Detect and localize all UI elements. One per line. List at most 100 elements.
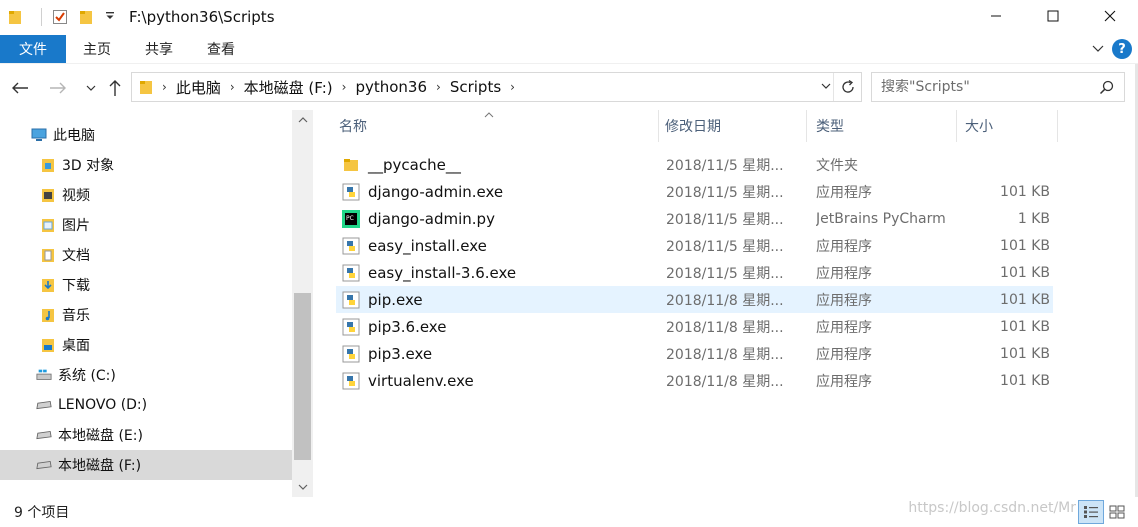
- properties-icon[interactable]: [51, 8, 69, 26]
- breadcrumb-scripts[interactable]: Scripts: [450, 78, 501, 96]
- file-row[interactable]: __pycache__ 2018/11/5 星期... 文件夹: [336, 151, 1053, 178]
- file-name: django-admin.py: [368, 209, 495, 228]
- forward-button[interactable]: [47, 77, 69, 99]
- nav-item-drive-f[interactable]: 本地磁盘 (F:): [0, 450, 292, 480]
- nav-item-music[interactable]: 音乐: [0, 300, 292, 330]
- nav-item-desktop[interactable]: 桌面: [0, 330, 292, 360]
- file-row[interactable]: easy_install-3.6.exe 2018/11/5 星期... 应用程…: [336, 259, 1053, 286]
- large-icons-view-button[interactable]: [1104, 500, 1130, 524]
- toolbar-divider: [41, 8, 42, 26]
- tab-home[interactable]: 主页: [66, 35, 128, 63]
- file-row[interactable]: django-admin.exe 2018/11/5 星期... 应用程序 10…: [336, 178, 1053, 205]
- music-icon: [40, 307, 56, 323]
- file-date: 2018/11/5 星期...: [666, 238, 784, 255]
- file-type: 应用程序: [816, 373, 872, 390]
- tab-share[interactable]: 共享: [128, 35, 190, 63]
- recent-locations-button[interactable]: [80, 77, 102, 99]
- video-icon: [40, 187, 56, 203]
- nav-item-this-pc[interactable]: 此电脑: [0, 120, 292, 150]
- nav-item-3d-objects[interactable]: 3D 对象: [0, 150, 292, 180]
- file-row[interactable]: PC django-admin.py 2018/11/5 星期... JetBr…: [336, 205, 1053, 232]
- nav-item-label: 本地磁盘 (E:): [58, 428, 143, 444]
- file-row[interactable]: pip.exe 2018/11/8 星期... 应用程序 101 KB: [336, 286, 1053, 313]
- nav-item-drive-c[interactable]: 系统 (C:): [0, 360, 292, 390]
- nav-item-label: 图片: [62, 218, 90, 234]
- navigation-scrollbar[interactable]: [292, 110, 313, 497]
- desktop-icon: [40, 337, 56, 353]
- chevron-right-icon[interactable]: ›: [342, 80, 347, 94]
- svg-text:PC: PC: [346, 215, 354, 222]
- breadcrumb-this-pc[interactable]: 此电脑: [176, 77, 221, 98]
- tab-file[interactable]: 文件: [0, 34, 66, 63]
- python-exe-icon: [341, 236, 361, 256]
- scroll-up-arrow[interactable]: [292, 111, 313, 129]
- search-icon[interactable]: [1099, 80, 1114, 99]
- file-size: 101 KB: [1000, 291, 1050, 308]
- refresh-button[interactable]: [833, 73, 861, 101]
- python-exe-icon: [341, 317, 361, 337]
- file-type: 应用程序: [816, 238, 872, 255]
- chevron-right-icon[interactable]: ›: [230, 80, 235, 94]
- nav-item-label: 本地磁盘 (F:): [58, 458, 142, 474]
- view-switcher: [1078, 500, 1130, 524]
- address-bar[interactable]: › 此电脑 › 本地磁盘 (F:) › python36 › Scripts ›: [131, 72, 862, 102]
- back-button[interactable]: [9, 77, 31, 99]
- folder-icon: [6, 8, 24, 26]
- column-header-name[interactable]: 名称: [328, 110, 659, 142]
- navigation-pane: 此电脑 3D 对象 视频 图片 文档 下载 音乐 桌面 系统 (C:) LENO…: [0, 110, 292, 497]
- file-size: 1 KB: [1017, 210, 1050, 227]
- folder-icon: [139, 79, 153, 95]
- file-row[interactable]: pip3.6.exe 2018/11/8 星期... 应用程序 101 KB: [336, 313, 1053, 340]
- nav-item-downloads[interactable]: 下载: [0, 270, 292, 300]
- column-header-type[interactable]: 类型: [805, 110, 957, 142]
- window-title: F:\python36\Scripts: [129, 8, 275, 26]
- item-count: 9 个项目: [14, 505, 70, 521]
- file-date: 2018/11/5 星期...: [666, 211, 784, 228]
- customize-toolbar-dropdown[interactable]: [105, 11, 115, 24]
- column-header-date[interactable]: 修改日期: [654, 110, 807, 142]
- column-header-size[interactable]: 大小: [954, 110, 1058, 142]
- nav-item-documents[interactable]: 文档: [0, 240, 292, 270]
- 3d-objects-icon: [40, 157, 56, 173]
- file-row[interactable]: easy_install.exe 2018/11/5 星期... 应用程序 10…: [336, 232, 1053, 259]
- nav-item-pictures[interactable]: 图片: [0, 210, 292, 240]
- file-name: virtualenv.exe: [368, 371, 474, 390]
- downloads-icon: [40, 277, 56, 293]
- address-history-dropdown[interactable]: [821, 79, 831, 97]
- python-exe-icon: [341, 344, 361, 364]
- expand-ribbon-button[interactable]: [1084, 35, 1112, 63]
- file-name: pip3.exe: [368, 344, 433, 363]
- nav-item-drive-e[interactable]: 本地磁盘 (E:): [0, 420, 292, 450]
- search-box[interactable]: [871, 72, 1125, 102]
- minimize-button[interactable]: [967, 0, 1024, 32]
- chevron-right-icon[interactable]: ›: [436, 80, 441, 94]
- file-type: 应用程序: [816, 319, 872, 336]
- chevron-right-icon[interactable]: ›: [162, 80, 167, 94]
- chevron-right-icon[interactable]: ›: [510, 80, 515, 94]
- new-folder-icon[interactable]: [77, 8, 95, 26]
- search-input[interactable]: [881, 79, 1091, 95]
- close-button[interactable]: [1081, 0, 1138, 32]
- tab-view[interactable]: 查看: [190, 35, 252, 63]
- maximize-button[interactable]: [1024, 0, 1081, 32]
- breadcrumb-drive-f[interactable]: 本地磁盘 (F:): [244, 77, 333, 98]
- file-name: pip3.6.exe: [368, 317, 447, 336]
- help-icon[interactable]: ?: [1112, 39, 1132, 59]
- drive-icon: [36, 457, 52, 473]
- file-date: 2018/11/8 星期...: [666, 319, 784, 336]
- quick-access-toolbar: [0, 0, 115, 34]
- file-type: JetBrains PyCharm: [816, 210, 946, 227]
- up-button[interactable]: [104, 77, 126, 99]
- file-row[interactable]: virtualenv.exe 2018/11/8 星期... 应用程序 101 …: [336, 367, 1053, 394]
- details-view-button[interactable]: [1078, 500, 1104, 524]
- nav-item-label: 此电脑: [53, 128, 95, 144]
- folder-icon: [341, 155, 361, 175]
- scroll-down-arrow[interactable]: [292, 478, 313, 496]
- nav-item-videos[interactable]: 视频: [0, 180, 292, 210]
- file-row[interactable]: pip3.exe 2018/11/8 星期... 应用程序 101 KB: [336, 340, 1053, 367]
- file-size: 101 KB: [1000, 318, 1050, 335]
- nav-item-drive-d[interactable]: LENOVO (D:): [0, 390, 292, 420]
- file-size: 101 KB: [1000, 372, 1050, 389]
- breadcrumb-python36[interactable]: python36: [355, 78, 427, 96]
- scrollbar-thumb[interactable]: [294, 293, 311, 460]
